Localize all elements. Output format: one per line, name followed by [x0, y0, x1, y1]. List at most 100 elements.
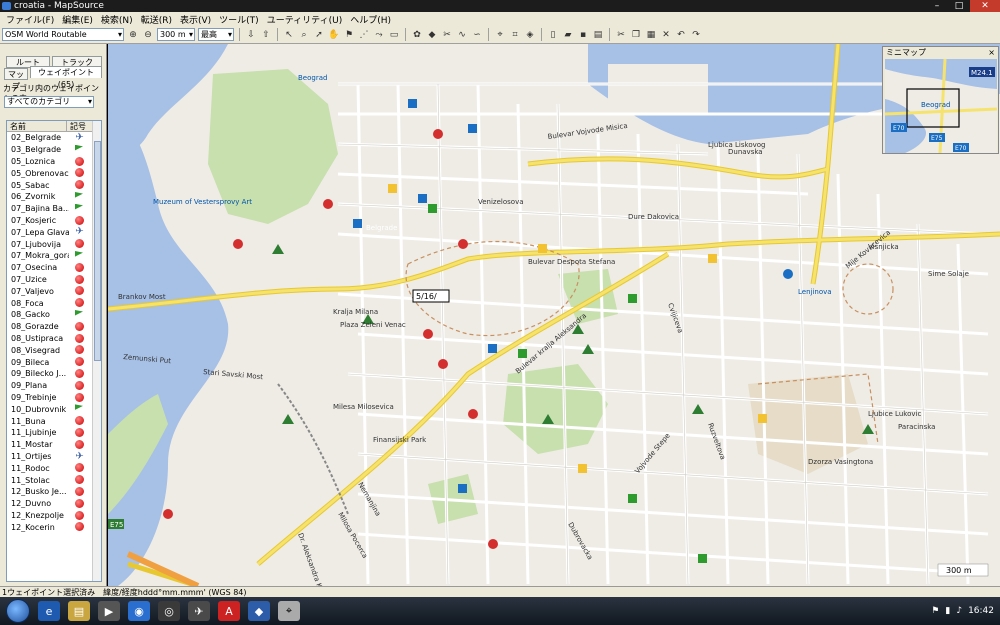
waypoint-row[interactable]: 11_Ljubinje	[7, 427, 101, 439]
maximize-button[interactable]: □	[948, 0, 970, 12]
column-name[interactable]: 名前	[7, 121, 67, 131]
waypoint-row[interactable]: 05_Obrenovac	[7, 167, 101, 179]
curve-icon[interactable]: ∽	[471, 29, 483, 41]
waypoint-row[interactable]: 11_Buna	[7, 415, 101, 427]
menu-edit[interactable]: 編集(E)	[58, 13, 97, 26]
waypoint-row[interactable]: 11_Ortijes ✈	[7, 451, 101, 463]
tab-waypoints[interactable]: ウェイポイント (65)	[30, 66, 102, 89]
ie-icon[interactable]: e	[38, 601, 60, 621]
waypoint-row[interactable]: 09_Bileca	[7, 356, 101, 368]
start-button[interactable]	[6, 599, 30, 623]
menu-view[interactable]: 表示(V)	[176, 13, 215, 26]
waypoint-row[interactable]: 09_Bilecko J...	[7, 368, 101, 380]
copy-icon[interactable]: ❐	[630, 29, 642, 41]
select-tool-icon[interactable]: ➚	[313, 29, 325, 41]
find-recent-icon[interactable]: ◈	[524, 29, 536, 41]
send-icon[interactable]: ⇧	[260, 29, 272, 41]
waypoint-row[interactable]: 02_Belgrade ✈	[7, 132, 101, 144]
detail-select[interactable]: 最高	[198, 28, 234, 41]
zoom-scale-select[interactable]: 300 m	[157, 28, 195, 41]
waypoint-row[interactable]: 12_Knezpolje	[7, 510, 101, 522]
waypoint-row[interactable]: 12_Duvno	[7, 498, 101, 510]
measure-tool-icon[interactable]: ▭	[388, 29, 400, 41]
menu-transfer[interactable]: 転送(R)	[137, 13, 176, 26]
tray-flag-icon[interactable]: ⚑	[931, 606, 939, 616]
waypoint-row[interactable]: 07_Valjevo	[7, 285, 101, 297]
find-icon[interactable]: ⌖	[494, 29, 506, 41]
map-select-icon[interactable]: ◆	[426, 29, 438, 41]
zoom-in-icon[interactable]: ⊕	[127, 29, 139, 41]
waypoint-row[interactable]: 08_Gacko	[7, 309, 101, 321]
menu-search[interactable]: 検索(N)	[97, 13, 137, 26]
map-tool-icon[interactable]: ↖	[283, 29, 295, 41]
menu-tools[interactable]: ツール(T)	[215, 13, 263, 26]
app-icon-3[interactable]: ✈	[188, 601, 210, 621]
undo-icon[interactable]: ↶	[675, 29, 687, 41]
app-icon-1[interactable]: ◉	[128, 601, 150, 621]
scroll-thumb[interactable]	[94, 141, 101, 361]
eraser-icon[interactable]: ✂	[441, 29, 453, 41]
menu-utilities[interactable]: ユーティリティ(U)	[263, 13, 347, 26]
map-view[interactable]: 5/16/ Bulevar Despota Stefana Bulevar Vo…	[108, 44, 1000, 586]
waypoint-row[interactable]: 12_Busko Je...	[7, 486, 101, 498]
close-button[interactable]: ✕	[970, 0, 1000, 12]
minimap-view[interactable]: Beograd M24.1 E70 E75 E70	[885, 59, 997, 153]
mapsource-icon[interactable]: ⌖	[278, 601, 300, 621]
waypoint-row[interactable]: 09_Plana	[7, 380, 101, 392]
waypoint-row[interactable]: 07_Kosjeric	[7, 215, 101, 227]
route-tool-icon[interactable]: ⋰	[358, 29, 370, 41]
colors-icon[interactable]: ✿	[411, 29, 423, 41]
explorer-icon[interactable]: ▤	[68, 601, 90, 621]
map-canvas[interactable]: 5/16/ Bulevar Despota Stefana Bulevar Vo…	[108, 44, 1000, 586]
app-icon-2[interactable]: ◎	[158, 601, 180, 621]
track-tool-icon[interactable]: ⤳	[373, 29, 385, 41]
app-icon-4[interactable]: ◆	[248, 601, 270, 621]
save-icon[interactable]: ▪	[577, 29, 589, 41]
redo-icon[interactable]: ↷	[690, 29, 702, 41]
receive-icon[interactable]: ⇩	[245, 29, 257, 41]
waypoint-row[interactable]: 05_Sabac	[7, 179, 101, 191]
menu-file[interactable]: ファイル(F)	[2, 13, 58, 26]
column-symbol[interactable]: 記号	[67, 121, 86, 131]
lasso-icon[interactable]: ∿	[456, 29, 468, 41]
paste-icon[interactable]: ▦	[645, 29, 657, 41]
delete-icon[interactable]: ✕	[660, 29, 672, 41]
waypoint-row[interactable]: 08_Ustipraca	[7, 333, 101, 345]
waypoint-row[interactable]: 12_Kocerin	[7, 521, 101, 533]
print-icon[interactable]: ▤	[592, 29, 604, 41]
waypoint-row[interactable]: 07_Osecina	[7, 262, 101, 274]
minimize-button[interactable]: –	[926, 0, 948, 12]
tray-volume-icon[interactable]: ♪	[956, 606, 962, 616]
waypoint-row[interactable]: 09_Trebinje	[7, 392, 101, 404]
waypoint-row[interactable]: 07_Ljubovija	[7, 238, 101, 250]
category-select[interactable]: すべてのカテゴリ	[4, 96, 94, 108]
waypoint-row[interactable]: 06_Zvornik	[7, 191, 101, 203]
waypoint-row[interactable]: 07_Uzice	[7, 274, 101, 286]
minimap-canvas[interactable]: Beograd M24.1 E70 E75 E70	[885, 59, 997, 153]
waypoint-row[interactable]: 10_Dubrovnik	[7, 403, 101, 415]
new-icon[interactable]: ▯	[547, 29, 559, 41]
waypoint-row[interactable]: 08_Foca	[7, 297, 101, 309]
waypoint-row[interactable]: 07_Bajina Ba...	[7, 203, 101, 215]
waypoint-tool-icon[interactable]: ⚑	[343, 29, 355, 41]
waypoint-row[interactable]: 11_Mostar	[7, 439, 101, 451]
waypoint-row[interactable]: 07_Lepa Glava ✈	[7, 226, 101, 238]
acrobat-icon[interactable]: A	[218, 601, 240, 621]
find-places-icon[interactable]: ⌗	[509, 29, 521, 41]
hand-tool-icon[interactable]: ✋	[328, 29, 340, 41]
waypoint-row[interactable]: 07_Mokra_gora	[7, 250, 101, 262]
cut-icon[interactable]: ✂	[615, 29, 627, 41]
menu-help[interactable]: ヘルプ(H)	[346, 13, 395, 26]
minimap-close-button[interactable]: ×	[988, 47, 995, 58]
map-product-select[interactable]: OSM World Routable	[2, 28, 124, 41]
waypoint-row[interactable]: 11_Rodoc	[7, 462, 101, 474]
waypoint-row[interactable]: 03_Belgrade	[7, 144, 101, 156]
list-scrollbar[interactable]	[92, 121, 101, 581]
media-icon[interactable]: ▶	[98, 601, 120, 621]
tab-map[interactable]: マップ	[4, 68, 28, 91]
zoom-tool-icon[interactable]: ⌕	[298, 29, 310, 41]
waypoint-row[interactable]: 08_Gorazde	[7, 321, 101, 333]
waypoint-row[interactable]: 08_Visegrad	[7, 344, 101, 356]
tray-network-icon[interactable]: ▮	[945, 606, 950, 616]
waypoint-row[interactable]: 05_Loznica	[7, 156, 101, 168]
